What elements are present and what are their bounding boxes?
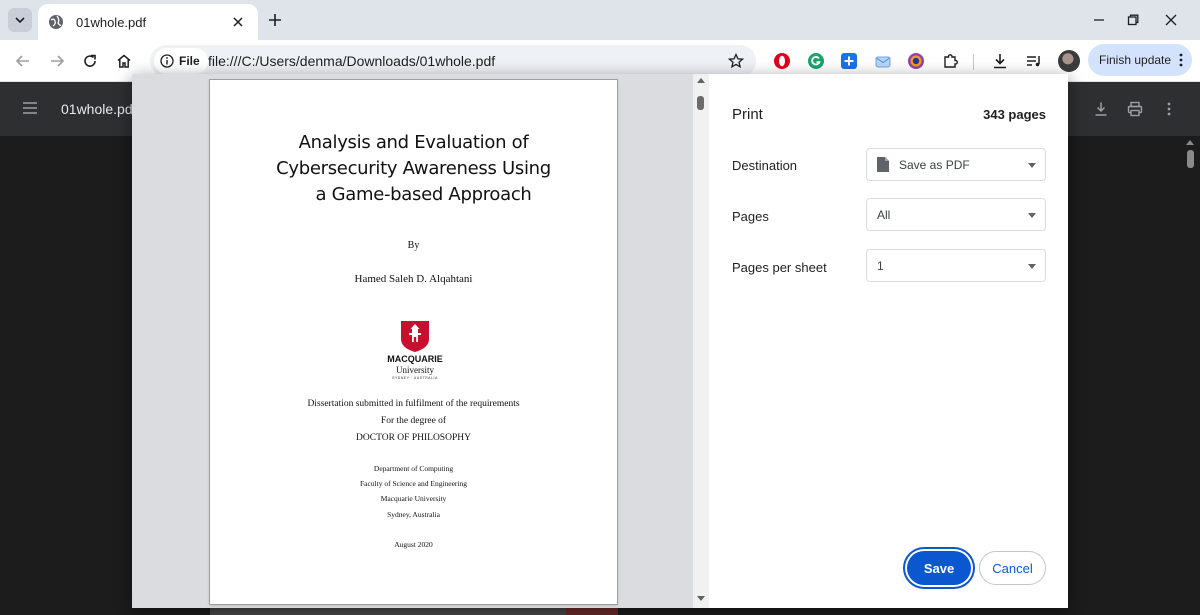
doc-title-line-1: Analysis and Evaluation of — [298, 132, 529, 153]
more-vertical-icon — [1176, 52, 1186, 68]
tab-01whole-pdf[interactable]: 01whole.pdf — [38, 4, 258, 40]
pdf-file-name: 01whole.pdf — [61, 101, 137, 117]
mail-extension-icon[interactable] — [872, 50, 894, 72]
university-logo: MACQUARIE University SYDNEY · AUSTRALIA — [375, 320, 455, 384]
preview-page: Analysis and Evaluation of Cybersecurity… — [210, 80, 617, 604]
plus-extension-icon[interactable] — [838, 50, 860, 72]
close-tab-icon[interactable] — [228, 12, 248, 32]
doc-date: August 2020 — [394, 540, 433, 549]
site-info-chip[interactable]: File — [154, 48, 208, 74]
destination-select[interactable]: Save as PDF — [866, 148, 1046, 181]
pages-per-sheet-label: Pages per sheet — [732, 260, 827, 275]
logo-sub: University — [396, 365, 434, 375]
pages-value: All — [877, 207, 891, 222]
pages-label: Pages — [732, 209, 769, 224]
destination-label: Destination — [732, 158, 798, 173]
pages-per-sheet-value: 1 — [877, 258, 884, 273]
plus-icon — [269, 14, 281, 26]
print-preview-area: Analysis and Evaluation of Cybersecurity… — [132, 74, 709, 608]
close-window-button[interactable] — [1154, 6, 1188, 34]
preview-scrollbar[interactable] — [693, 74, 709, 608]
back-button[interactable] — [10, 48, 36, 74]
preview-scroll-up-arrow[interactable] — [697, 78, 705, 83]
tab-search-button[interactable] — [8, 8, 32, 32]
close-icon — [1165, 14, 1177, 26]
doc-submission-line-1: Dissertation submitted in fulfilment of … — [307, 399, 520, 409]
pdf-download-icon[interactable] — [1092, 100, 1110, 118]
doc-author: Hamed Saleh D. Alqahtani — [354, 273, 473, 285]
globe-icon — [48, 14, 64, 30]
preview-scroll-down-arrow[interactable] — [697, 596, 705, 601]
site-info-label: File — [179, 54, 200, 68]
toolbar-divider — [973, 54, 974, 70]
extensions-puzzle-icon[interactable] — [940, 50, 962, 72]
doc-submission-line-2: For the degree of — [380, 416, 447, 426]
restore-button[interactable] — [1116, 6, 1150, 34]
dropdown-caret-icon — [1028, 213, 1036, 218]
finish-update-label: Finish update — [1099, 53, 1172, 67]
forward-button[interactable] — [44, 48, 70, 74]
reload-button[interactable] — [77, 48, 103, 74]
menu-icon[interactable] — [22, 101, 38, 120]
save-button[interactable]: Save — [907, 551, 971, 585]
tab-strip: 01whole.pdf — [0, 0, 1200, 40]
bookmark-star-icon[interactable] — [726, 51, 746, 71]
media-controls-icon[interactable] — [1023, 50, 1045, 72]
doc-affiliation-line-1: Department of Computing — [373, 464, 454, 473]
pdf-more-icon[interactable] — [1160, 100, 1178, 118]
page-count: 343 pages — [983, 107, 1046, 122]
pdf-scroll-up-arrow[interactable] — [1186, 140, 1194, 145]
dropdown-caret-icon — [1028, 264, 1036, 269]
info-icon — [160, 54, 174, 68]
preview-scrollbar-thumb[interactable] — [697, 96, 704, 110]
print-dialog: Analysis and Evaluation of Cybersecurity… — [132, 74, 1068, 608]
logo-name: MACQUARIE — [387, 354, 443, 364]
cancel-button[interactable]: Cancel — [979, 551, 1046, 585]
minimize-icon — [1094, 19, 1104, 21]
arrow-left-icon — [15, 55, 29, 67]
print-title: Print — [732, 106, 763, 123]
profile-avatar[interactable] — [1058, 50, 1080, 72]
browser-window: 01whole.pdf File file:///C:/Users/denma/… — [0, 0, 1200, 615]
destination-value: Save as PDF — [899, 157, 970, 172]
downloads-icon[interactable] — [989, 50, 1011, 72]
finish-update-button[interactable]: Finish update — [1088, 44, 1192, 76]
pdf-print-icon[interactable] — [1126, 100, 1144, 118]
doc-affiliation-line-3: Macquarie University — [380, 494, 447, 503]
document-icon — [877, 157, 889, 172]
doc-by-label: By — [407, 240, 420, 251]
arrow-right-icon — [51, 55, 65, 67]
url-text[interactable]: file:///C:/Users/denma/Downloads/01whole… — [208, 53, 495, 69]
university-crest-icon — [401, 321, 429, 352]
logo-tag: SYDNEY · AUSTRALIA — [392, 376, 438, 380]
doc-submission-line-3: DOCTOR OF PHILOSOPHY — [356, 433, 471, 443]
home-icon — [117, 54, 131, 68]
reload-icon — [84, 54, 96, 67]
print-settings-panel: Print 343 pages Destination Save as PDF … — [709, 74, 1068, 608]
dropdown-caret-icon — [1028, 163, 1036, 168]
pdf-scrollbar-thumb[interactable] — [1187, 150, 1194, 168]
pages-select[interactable]: All — [866, 198, 1046, 231]
chevron-down-icon — [15, 17, 25, 24]
restore-icon — [1127, 14, 1139, 26]
home-button[interactable] — [111, 48, 137, 74]
opera-extension-icon[interactable] — [771, 50, 793, 72]
grammarly-extension-icon[interactable] — [805, 50, 827, 72]
minimize-button[interactable] — [1082, 6, 1116, 34]
color-extension-icon[interactable] — [905, 50, 927, 72]
tab-title: 01whole.pdf — [76, 14, 147, 30]
new-tab-button[interactable] — [264, 9, 286, 31]
pages-per-sheet-select[interactable]: 1 — [866, 249, 1046, 282]
doc-affiliation-line-4: Sydney, Australia — [387, 510, 440, 519]
doc-title-line-3: a Game-based Approach — [315, 184, 532, 205]
address-bar[interactable]: File file:///C:/Users/denma/Downloads/01… — [150, 45, 756, 77]
doc-title-line-2: Cybersecurity Awareness Using — [276, 158, 551, 179]
doc-affiliation-line-2: Faculty of Science and Engineering — [359, 479, 468, 488]
